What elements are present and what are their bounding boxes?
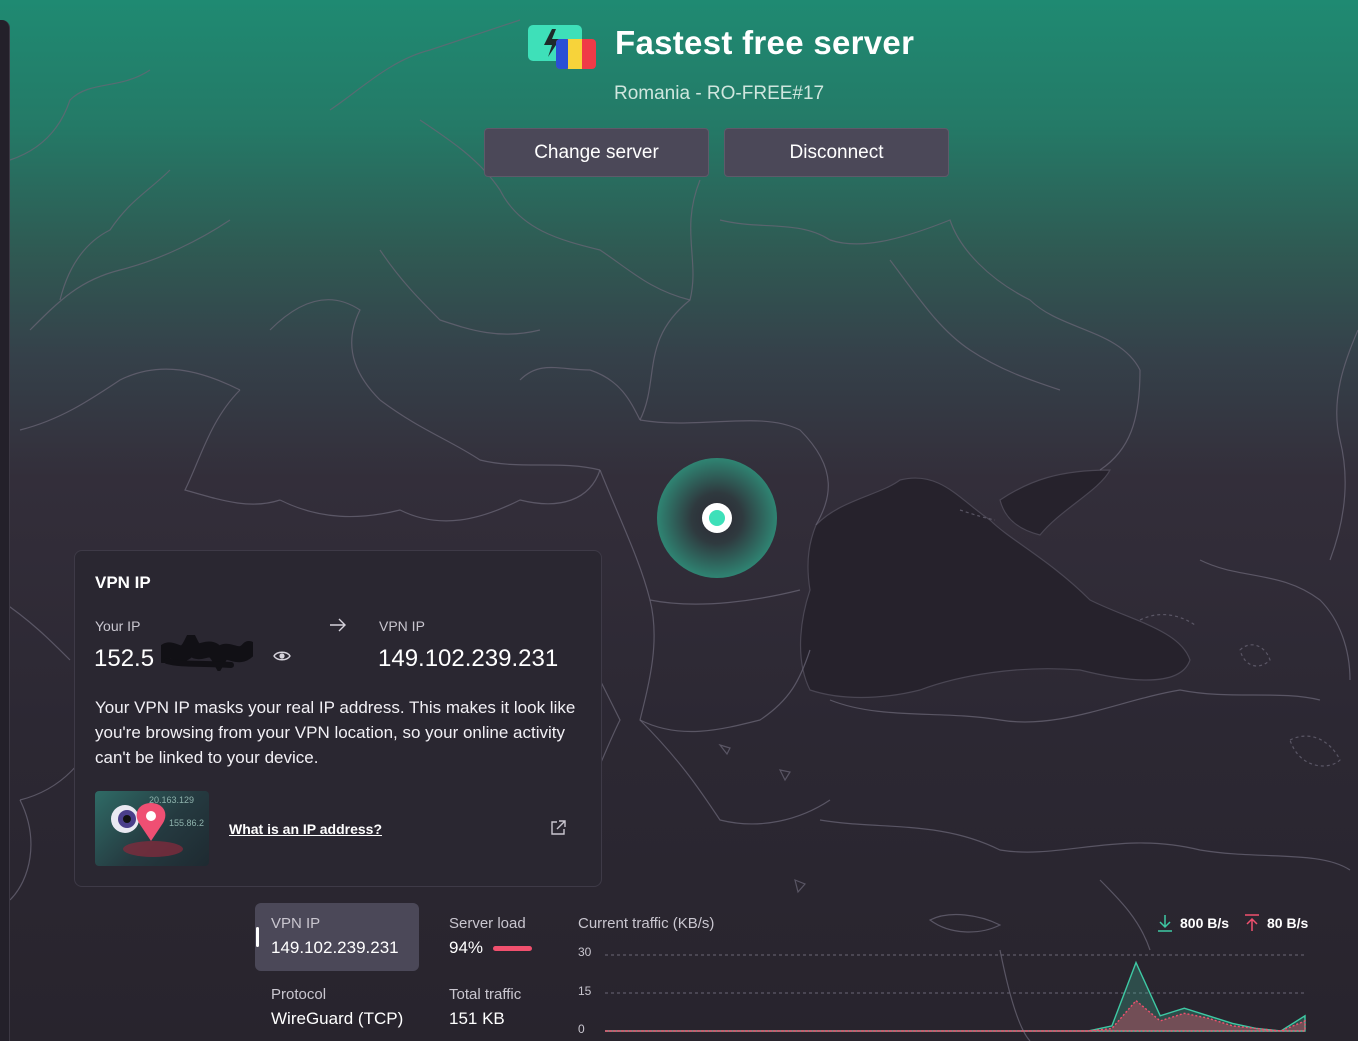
location-dot-ring (702, 503, 732, 533)
black-sea (799, 477, 1191, 699)
border (379, 249, 541, 335)
border (184, 389, 281, 505)
your-ip-value: 152.5 (94, 645, 155, 672)
vpn-ip-description: Your VPN IP masks your real IP address. … (95, 698, 576, 767)
stat-vpn-ip-value: 149.102.239.231 (271, 938, 399, 957)
ip-address-thumbnail[interactable]: 20.163.129 155.86.2 (95, 791, 209, 866)
border (889, 259, 1061, 391)
stat-vpn-ip-label: VPN IP (271, 915, 321, 932)
location-dot (709, 510, 725, 526)
fast-server-flag-icon (528, 25, 596, 69)
border (1199, 559, 1351, 681)
border (9, 799, 32, 901)
location-pin-icon (111, 803, 183, 857)
disconnect-button[interactable]: Disconnect (724, 128, 949, 177)
border (718, 743, 731, 756)
border (639, 179, 701, 421)
total-traffic-label: Total traffic (449, 986, 522, 1003)
external-link-icon[interactable] (549, 819, 567, 837)
traffic-chart: Current traffic (KB/s) 800 B/s 80 B/s 30… (575, 903, 1315, 1041)
border (719, 219, 831, 241)
border (59, 169, 171, 301)
border (1139, 613, 1196, 626)
border (19, 368, 241, 431)
vpn-ip-value: 149.102.239.231 (378, 645, 559, 672)
server-load-value: 94% (449, 938, 484, 957)
traffic-plot (605, 954, 1306, 1032)
what-is-ip-link[interactable]: What is an IP address? (229, 821, 382, 837)
border (379, 399, 601, 471)
y-tick-label: 0 (578, 1022, 585, 1036)
server-load-bar (493, 946, 532, 951)
y-tick-label: 30 (578, 945, 592, 959)
border (1239, 644, 1271, 667)
show-ip-eye-icon[interactable] (273, 649, 291, 663)
download-arrow-icon (1158, 915, 1172, 932)
y-tick-label: 15 (578, 984, 592, 998)
azov-sea (999, 469, 1111, 536)
vpn-ip-card: VPN IP Your IP 152.5 VPN IP 149.102.239.… (74, 550, 602, 887)
legend-upload: 80 B/s (1267, 915, 1309, 931)
your-ip-label: Your IP (95, 618, 141, 634)
border (778, 769, 791, 782)
upload-arrow-icon (1245, 914, 1259, 931)
chart-title: Current traffic (KB/s) (578, 915, 715, 932)
vpn-ip-label: VPN IP (379, 618, 425, 634)
ip-redaction-scribble (161, 635, 253, 671)
protocol-value: WireGuard (TCP) (271, 1009, 404, 1028)
border (794, 879, 807, 894)
border (0, 599, 71, 661)
arrow-right-icon (330, 618, 346, 632)
protocol-label: Protocol (271, 986, 327, 1003)
border (829, 689, 1321, 723)
border (29, 219, 231, 331)
border (279, 469, 601, 522)
border (519, 366, 641, 421)
border (1329, 329, 1358, 561)
border (639, 719, 831, 825)
total-traffic-value: 151 KB (449, 1009, 505, 1028)
border (639, 599, 811, 733)
legend-download: 800 B/s (1180, 915, 1230, 931)
connection-stats: VPN IP 149.102.239.231 Server load 94% P… (255, 903, 1325, 1041)
change-server-button[interactable]: Change server (484, 128, 709, 177)
server-location-marker[interactable] (657, 458, 777, 578)
border (829, 219, 1141, 371)
card-title: VPN IP (95, 573, 151, 592)
border (1289, 735, 1341, 767)
connection-header: Fastest free server Romania - RO-FREE#17… (0, 0, 1358, 180)
page-title: Fastest free server (615, 24, 915, 61)
border (269, 299, 381, 401)
border (819, 819, 1351, 871)
server-load-label: Server load (449, 915, 526, 932)
vpn-ip-tile[interactable] (255, 903, 419, 971)
border (1099, 369, 1141, 471)
selection-indicator (256, 927, 259, 947)
server-name: Romania - RO-FREE#17 (614, 83, 825, 104)
